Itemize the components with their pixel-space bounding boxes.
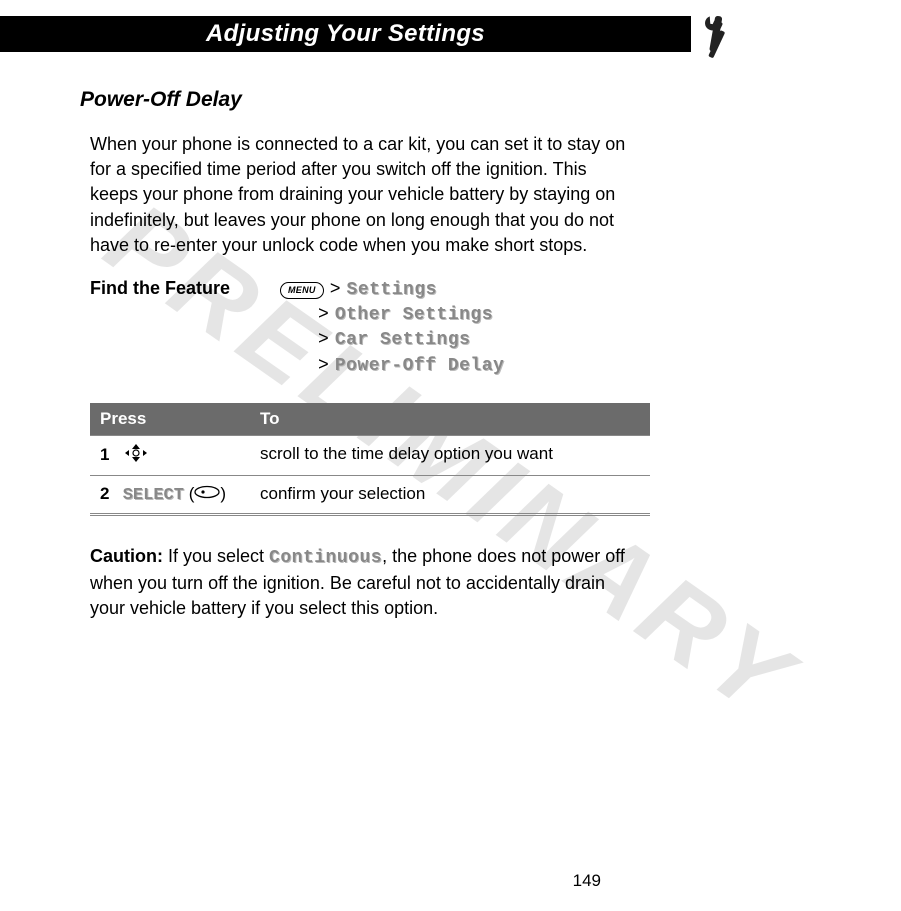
section-title: Power-Off Delay <box>80 88 741 112</box>
page-title: Adjusting Your Settings <box>206 20 485 48</box>
find-feature-label: Find the Feature <box>90 278 280 379</box>
menu-path-car-settings: Car Settings <box>335 328 471 353</box>
caution-continuous-option: Continuous <box>269 548 382 568</box>
menu-path: MENU > Settings > Other Settings > Car S… <box>280 278 504 379</box>
softkey-icon <box>194 484 220 504</box>
menu-key-icon: MENU <box>280 282 324 299</box>
caution-text-before: If you select <box>163 546 269 566</box>
caution-label: Caution: <box>90 546 163 566</box>
table-row: 1 scroll to the time delay option you wa… <box>90 435 650 475</box>
breadcrumb-separator: > <box>318 354 329 379</box>
tools-icon <box>687 10 741 64</box>
caution-paragraph: Caution: If you select Continuous, the p… <box>90 544 630 622</box>
paren-close: ) <box>220 484 226 503</box>
steps-table: Press To 1 <box>90 403 650 516</box>
table-header-to: To <box>250 403 650 436</box>
menu-path-settings: Settings <box>347 278 437 303</box>
menu-path-other-settings: Other Settings <box>335 303 493 328</box>
step-description: scroll to the time delay option you want <box>250 435 650 475</box>
header-bar: Adjusting Your Settings <box>0 10 901 58</box>
breadcrumb-separator: > <box>330 278 341 303</box>
find-feature-row: Find the Feature MENU > Settings > Other… <box>90 278 741 379</box>
scroll-nav-icon <box>123 444 149 467</box>
step-description: confirm your selection <box>250 475 650 514</box>
breadcrumb-separator: > <box>318 303 329 328</box>
table-header-press: Press <box>90 403 250 436</box>
step-number: 1 <box>100 445 118 465</box>
menu-path-power-off-delay: Power-Off Delay <box>335 354 505 379</box>
breadcrumb-separator: > <box>318 328 329 353</box>
intro-paragraph: When your phone is connected to a car ki… <box>90 132 630 258</box>
page-number: 149 <box>573 871 601 891</box>
softkey-label: SELECT <box>123 486 184 505</box>
header-title-strip: Adjusting Your Settings <box>0 16 691 52</box>
step-number: 2 <box>100 484 118 504</box>
content-area: Power-Off Delay When your phone is conne… <box>0 58 901 621</box>
table-row: 2 SELECT ( ) confirm your selection <box>90 475 650 514</box>
